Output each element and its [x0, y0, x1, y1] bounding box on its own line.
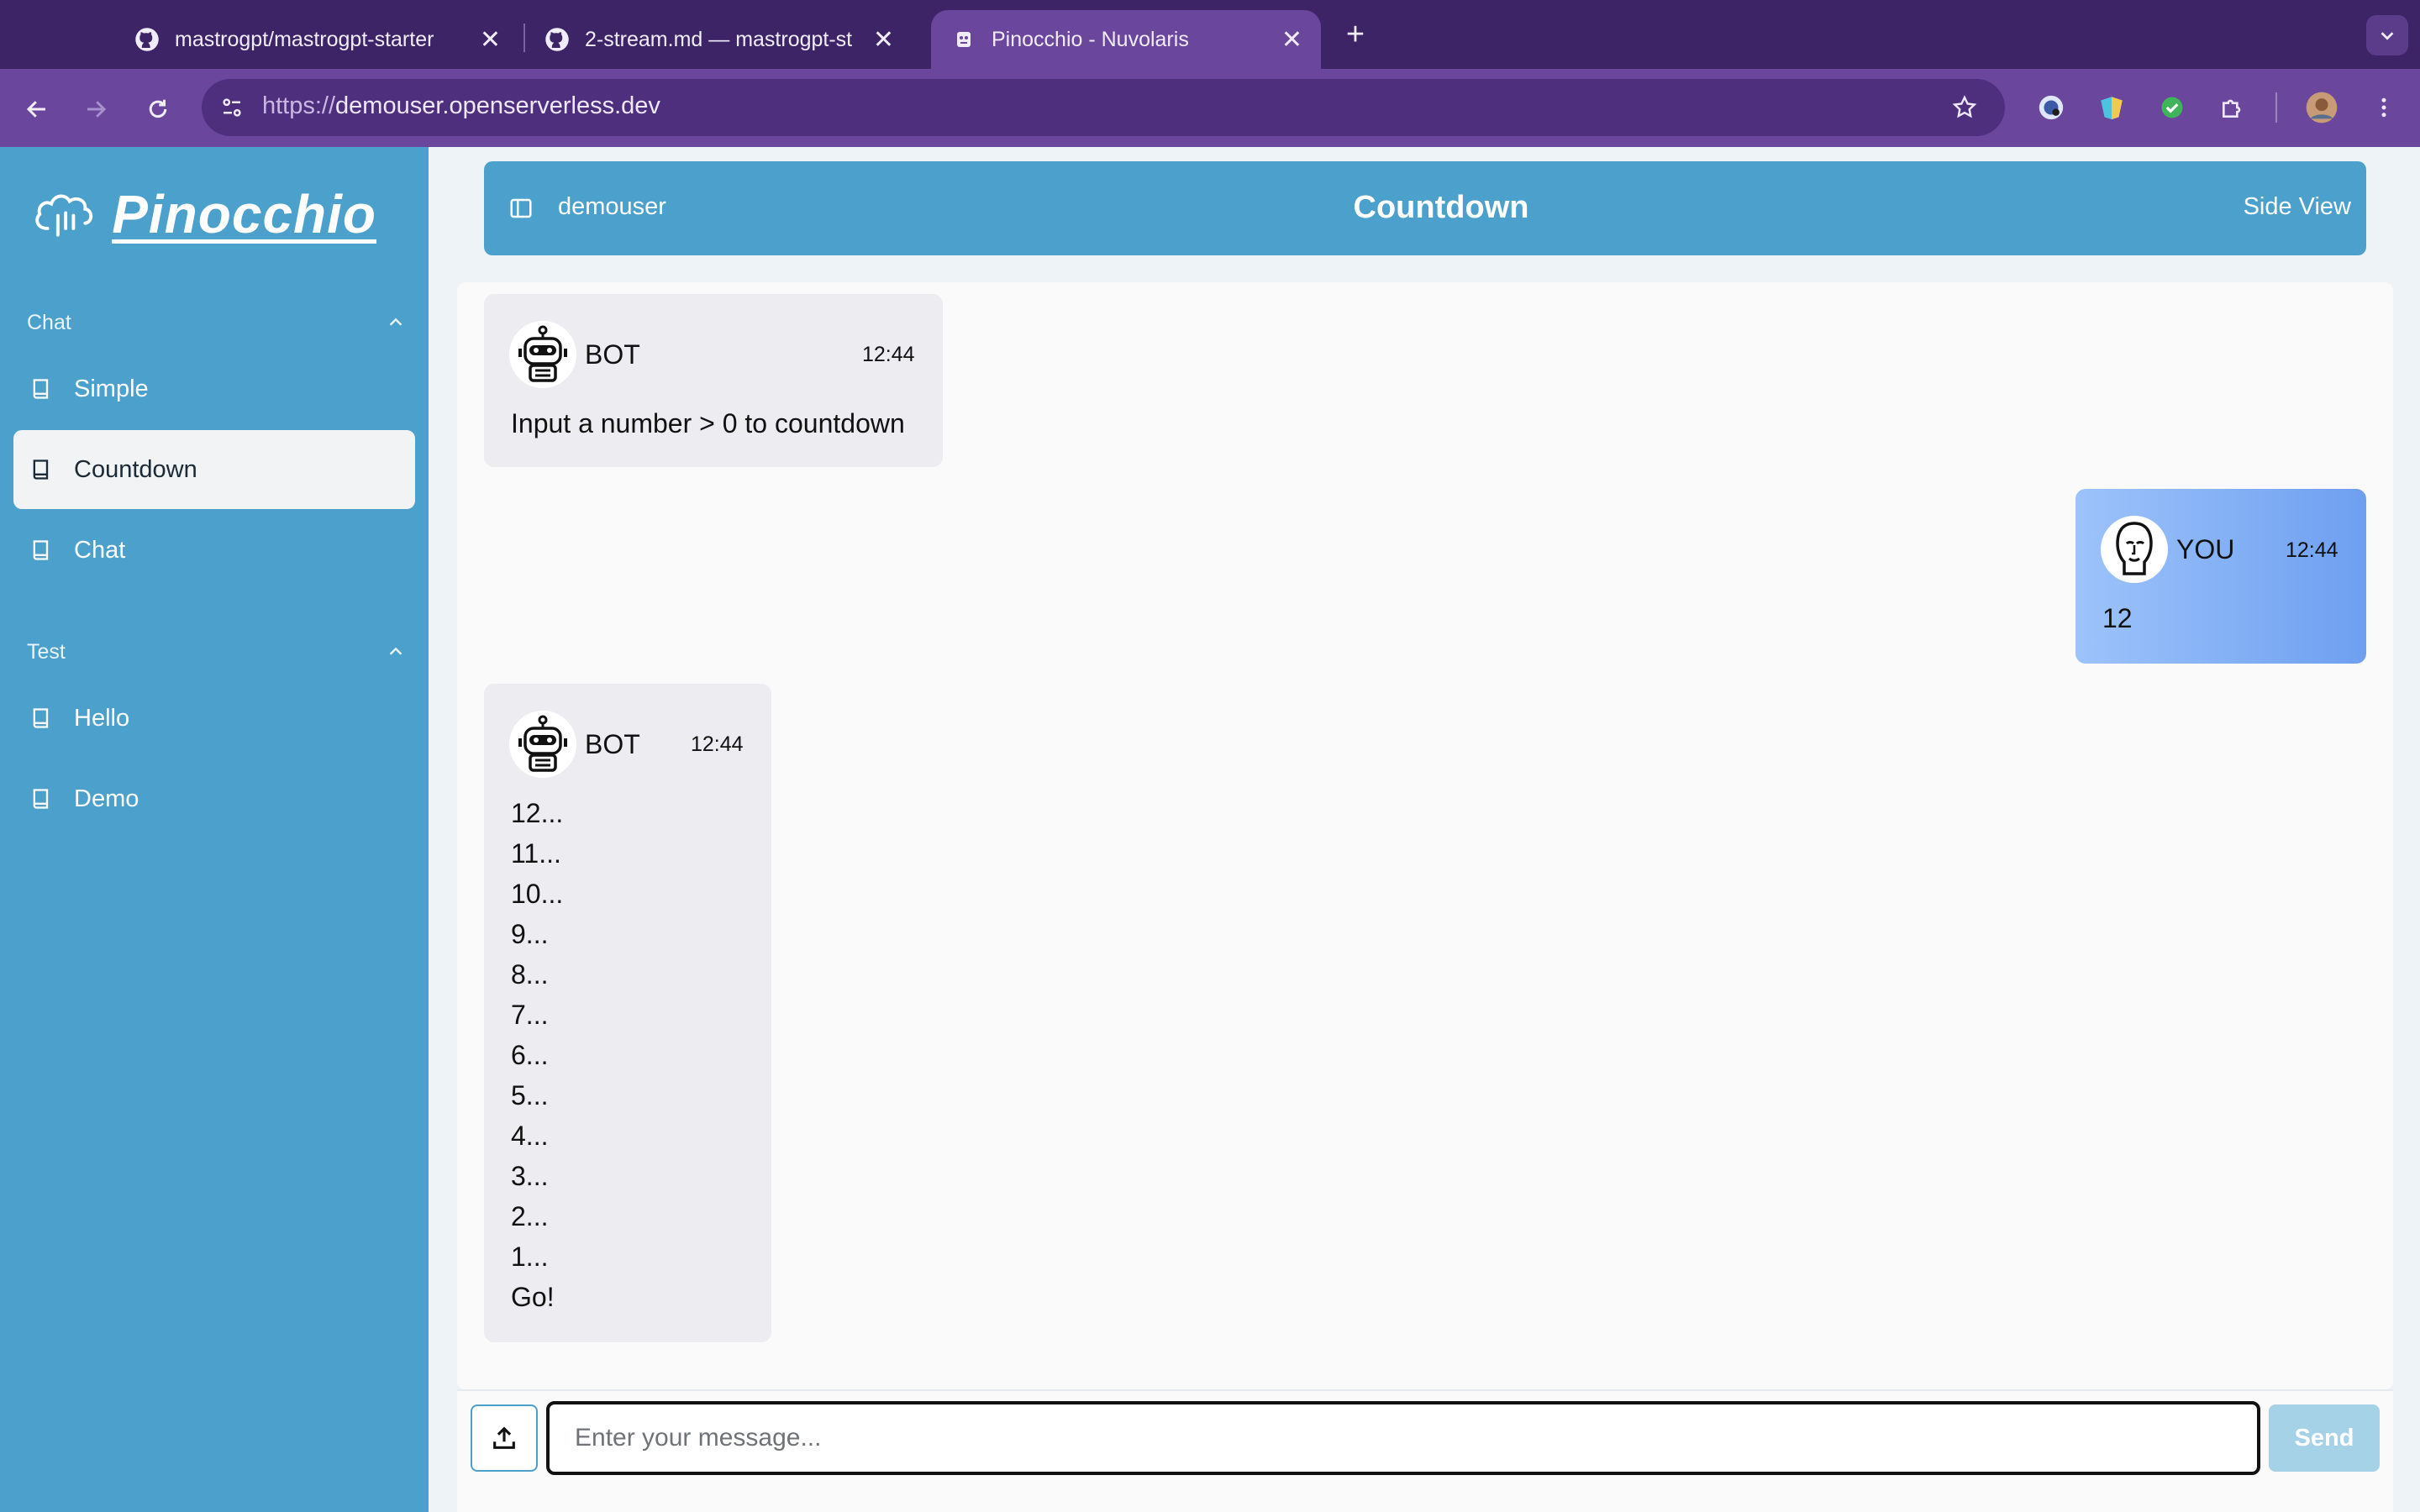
message-time: 12:44 [691, 732, 744, 756]
close-icon[interactable]: ✕ [1281, 25, 1302, 55]
sidebar-item-label: Hello [74, 704, 130, 732]
pinocchio-favicon-icon [950, 25, 978, 54]
chevron-up-icon [389, 647, 402, 655]
sidebar-item-chat[interactable]: Chat [13, 511, 415, 590]
url-scheme: https:// [262, 92, 336, 119]
sidebar-item-label: Chat [74, 536, 126, 564]
profile-avatar[interactable] [2302, 88, 2341, 127]
countdown-line: 2... [511, 1201, 549, 1231]
book-icon [29, 538, 54, 563]
extensions-puzzle-icon[interactable] [2213, 88, 2252, 127]
countdown-line: 8... [511, 959, 549, 990]
countdown-line: 5... [511, 1080, 549, 1110]
countdown-line: 9... [511, 919, 549, 949]
forward-arrow-icon [87, 101, 107, 118]
extension-1-icon[interactable] [2032, 88, 2070, 127]
robot-avatar-icon [509, 711, 576, 778]
user-avatar-icon [2101, 516, 2168, 583]
logo-text: Pinocchio [112, 184, 376, 244]
sidebar-item-demo[interactable]: Demo [13, 759, 415, 838]
book-icon [29, 376, 54, 402]
extension-2-icon[interactable] [2092, 88, 2131, 127]
message-time: 12:44 [862, 343, 915, 366]
tab-title: mastrogpt/mastrogpt-starter [175, 27, 434, 51]
message-text: Input a number > 0 to countdown [511, 408, 905, 438]
browser-tabstrip: mastrogpt/mastrogpt-starter ✕ 2-stream.m… [0, 0, 2420, 69]
send-button[interactable]: Send [2269, 1404, 2380, 1472]
side-view-button[interactable]: Side View [2202, 193, 2351, 221]
countdown-line: 12... [511, 798, 564, 828]
book-icon [29, 457, 54, 482]
cloud-logo-icon [35, 194, 93, 237]
github-icon [133, 25, 161, 54]
sender-label: BOT [585, 729, 640, 759]
book-icon [29, 706, 54, 731]
close-icon[interactable]: ✕ [480, 25, 501, 55]
sidebar-section-test[interactable]: Test [27, 635, 405, 669]
tab-divider [523, 24, 525, 52]
sidebar-item-hello[interactable]: Hello [13, 679, 415, 758]
countdown-line: 11... [511, 838, 561, 869]
github-icon [543, 25, 571, 54]
tab-title: Pinocchio - Nuvolaris [992, 27, 1189, 51]
extension-3-icon[interactable] [2153, 88, 2191, 127]
site-settings-icon[interactable] [215, 91, 249, 124]
sidebar-item-label: Simple [74, 375, 149, 402]
browser-tab-active[interactable]: Pinocchio - Nuvolaris ✕ [931, 10, 1321, 69]
tab-title: 2-stream.md — mastrogpt-st [585, 27, 853, 51]
bookmark-star-icon[interactable] [1946, 89, 1983, 126]
browser-menu-icon[interactable] [2365, 88, 2403, 127]
sender-label: YOU [2176, 534, 2235, 564]
countdown-line: 1... [511, 1242, 549, 1272]
page-title: Countdown [1353, 190, 1529, 225]
app-logo[interactable]: Pinocchio [32, 181, 376, 248]
countdown-line: 3... [511, 1161, 549, 1191]
close-icon[interactable]: ✕ [873, 25, 894, 55]
robot-avatar-icon [509, 321, 576, 388]
new-tab-button[interactable]: + [1336, 15, 1375, 54]
browser-tab-1[interactable]: mastrogpt/mastrogpt-starter ✕ [133, 10, 519, 69]
forward-button[interactable] [76, 89, 116, 129]
sidebar-item-simple[interactable]: Simple [13, 349, 415, 428]
tab-search-button[interactable] [2366, 15, 2408, 55]
back-arrow-icon [26, 101, 45, 118]
sidebar-section-chat[interactable]: Chat [27, 306, 405, 339]
url-host: demouser.openserverless.dev [335, 92, 660, 119]
countdown-line: 7... [511, 1000, 549, 1030]
reload-icon [149, 99, 167, 118]
reload-button[interactable] [138, 89, 178, 129]
toolbar-divider [2275, 92, 2277, 123]
upload-icon [493, 1426, 515, 1449]
message-text: 12 [2102, 603, 2133, 633]
chevron-up-icon [389, 318, 402, 326]
back-button[interactable] [17, 89, 57, 129]
message-time: 12:44 [2286, 538, 2338, 562]
countdown-line: 4... [511, 1121, 549, 1151]
sender-label: BOT [585, 339, 640, 370]
sidebar-item-label: Demo [74, 785, 139, 812]
sidebar-item-label: Countdown [74, 455, 197, 483]
sidebar-item-countdown[interactable]: Countdown [13, 430, 415, 509]
url-text[interactable]: https://demouser.openserverless.dev [262, 92, 660, 120]
username-label: demouser [558, 193, 666, 220]
chevron-down-icon [2381, 32, 2394, 40]
section-label: Test [27, 639, 66, 664]
countdown-line: 6... [511, 1040, 549, 1070]
book-icon [29, 786, 54, 811]
message-input[interactable] [546, 1401, 2260, 1475]
countdown-line: Go! [511, 1282, 555, 1312]
upload-button[interactable] [471, 1404, 538, 1472]
sidebar-toggle-icon[interactable] [508, 195, 534, 222]
browser-tab-2[interactable]: 2-stream.md — mastrogpt-st ✕ [543, 10, 913, 69]
countdown-line: 10... [511, 879, 564, 909]
section-label: Chat [27, 310, 71, 334]
